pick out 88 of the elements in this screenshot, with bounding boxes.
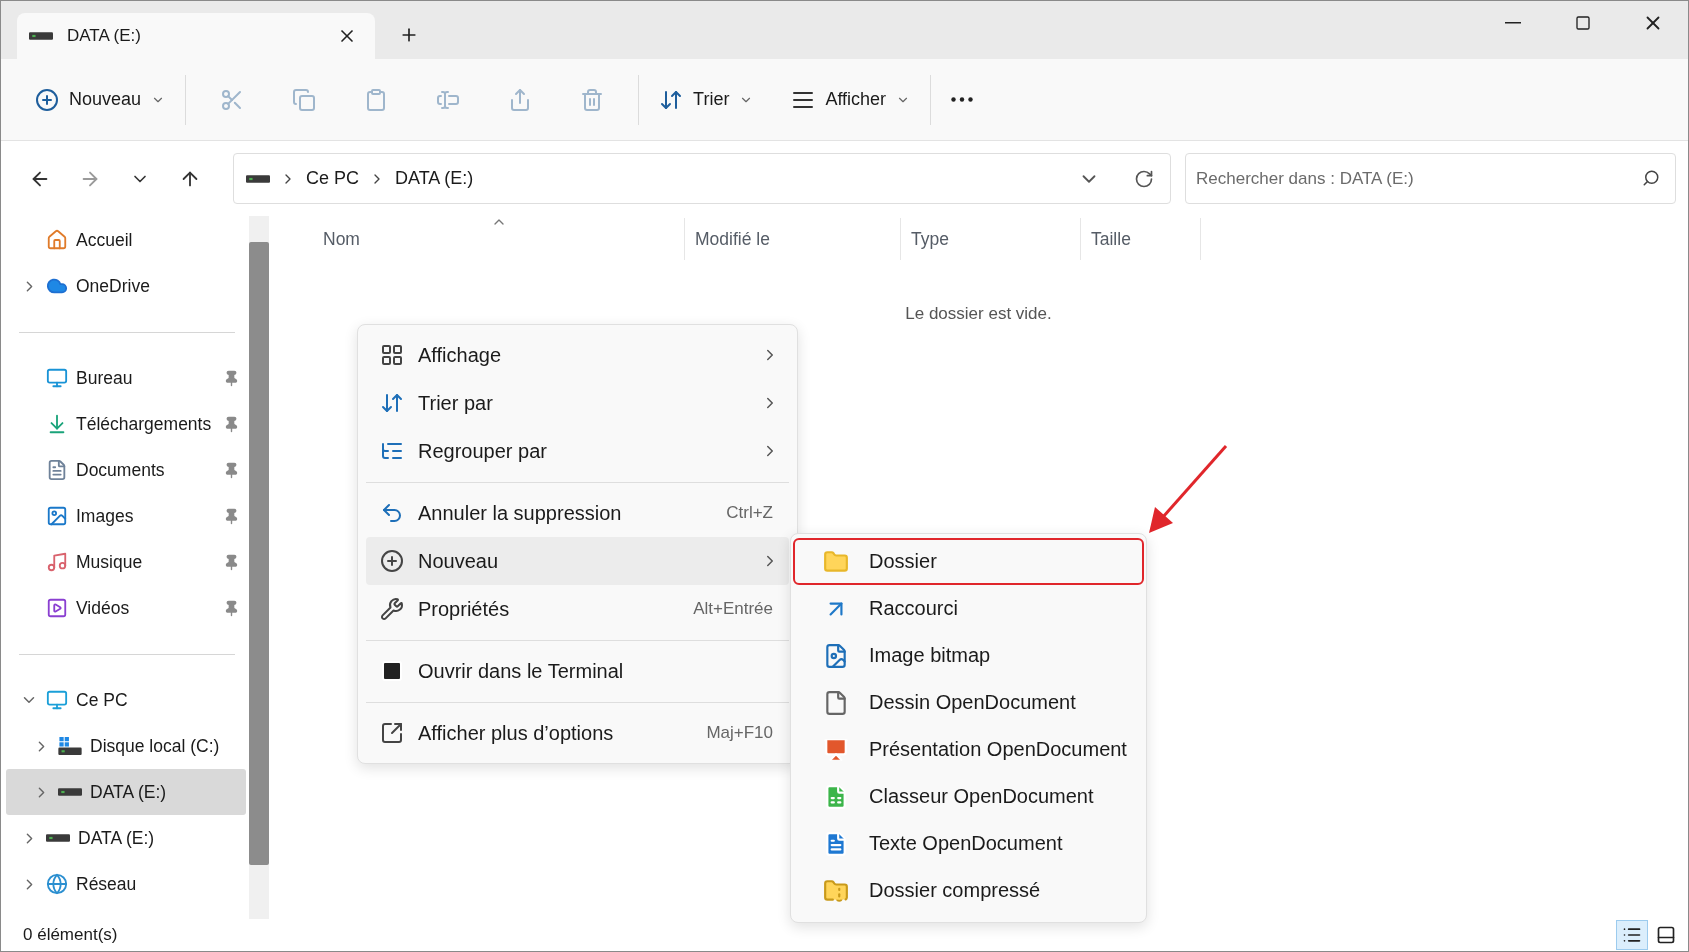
sidebar-item[interactable]: DATA (E:) — [6, 769, 246, 815]
tab-title: DATA (E:) — [67, 26, 142, 46]
blank-file-icon — [823, 689, 849, 716]
tiles-view-icon — [1656, 925, 1676, 945]
sidebar-item[interactable]: Ce PC — [6, 677, 246, 723]
monitor-icon — [46, 689, 68, 711]
document-icon — [46, 459, 68, 481]
scrollbar[interactable] — [249, 216, 269, 919]
drive-icon — [58, 788, 82, 796]
shortcut-label: Maj+F10 — [706, 723, 773, 743]
trash-icon — [580, 87, 605, 112]
submenu-item[interactable]: Image bitmap — [793, 632, 1144, 679]
plus-circle-icon — [35, 87, 59, 112]
sidebar-item[interactable]: Musique — [6, 539, 246, 585]
view-button[interactable]: Afficher — [781, 76, 921, 123]
submenu-item[interactable]: Dossier — [793, 538, 1144, 585]
menu-item[interactable]: Ouvrir dans le Terminal — [366, 647, 789, 695]
search-icon — [1642, 169, 1660, 187]
more-icon — [951, 97, 974, 102]
plus-circle-icon — [380, 549, 404, 573]
pin-icon — [223, 553, 240, 571]
empty-message: Le dossier est vide. — [904, 303, 1053, 324]
shortcut-label: Ctrl+Z — [726, 503, 773, 523]
new-button[interactable]: Nouveau — [25, 76, 176, 123]
menu-item[interactable]: Regrouper par — [366, 427, 789, 475]
menu-item[interactable]: Affichage — [366, 331, 789, 379]
sidebar-item[interactable]: Vidéos — [6, 585, 246, 631]
drive-icon — [46, 834, 70, 842]
menu-item[interactable]: Propriétés Alt+Entrée — [366, 585, 789, 633]
submenu-item[interactable]: Dossier compressé — [793, 867, 1144, 914]
pin-icon — [223, 415, 240, 433]
sidebar-item[interactable]: OneDrive — [6, 263, 246, 309]
sidebar-item[interactable]: Documents — [6, 447, 246, 493]
menu-item[interactable]: Afficher plus d’options Maj+F10 — [366, 709, 789, 757]
search-field[interactable]: Rechercher dans : DATA (E:) — [1185, 153, 1676, 204]
house-icon — [46, 229, 68, 251]
submenu-item[interactable]: Dessin OpenDocument — [793, 679, 1144, 726]
sidebar-item[interactable]: DATA (E:) — [6, 815, 246, 861]
sidebar-item[interactable]: Bureau — [6, 355, 246, 401]
music-icon — [46, 551, 68, 573]
submenu-item[interactable]: Texte OpenDocument — [793, 820, 1144, 867]
pin-icon — [223, 507, 240, 525]
copy-icon — [292, 87, 317, 112]
maximize-icon — [1575, 15, 1591, 31]
image-icon — [46, 505, 68, 527]
sort-icon — [380, 391, 404, 415]
column-header[interactable]: Modifié le — [685, 218, 901, 260]
submenu-item[interactable]: Classeur OpenDocument — [793, 773, 1144, 820]
globe-icon — [46, 873, 68, 895]
details-view-icon — [1622, 925, 1642, 945]
drive-icon — [29, 32, 53, 40]
sidebar-item[interactable]: Téléchargements — [6, 401, 246, 447]
minimize-icon — [1505, 22, 1521, 24]
column-header[interactable]: Taille — [1081, 218, 1201, 260]
folder-icon — [823, 548, 849, 575]
column-header[interactable]: Type — [901, 218, 1081, 260]
sidebar-item[interactable]: Disque local (C:) — [6, 723, 246, 769]
menu-item[interactable]: Nouveau — [366, 537, 789, 585]
grid-icon — [380, 343, 404, 367]
item-count: 0 élément(s) — [23, 925, 119, 945]
sidebar-item[interactable]: Réseau — [6, 861, 246, 907]
wrench-icon — [380, 597, 404, 621]
archive-folder-icon — [823, 877, 849, 904]
breadcrumb[interactable]: Ce PC — [306, 168, 359, 189]
details-view-button[interactable] — [1616, 920, 1648, 950]
sidebar-item[interactable]: Accueil — [6, 217, 246, 263]
video-icon — [46, 597, 68, 619]
menu-item[interactable]: Annuler la suppression Ctrl+Z — [366, 489, 789, 537]
address-bar[interactable]: Ce PC DATA (E:) — [233, 153, 1171, 204]
refresh-icon — [1134, 168, 1154, 189]
desktop-icon — [46, 367, 68, 389]
column-header[interactable]: Nom — [313, 218, 685, 260]
more-options-icon — [380, 721, 404, 745]
pin-icon — [223, 599, 240, 617]
menu-item[interactable]: Trier par — [366, 379, 789, 427]
submenu-item[interactable]: Présentation OpenDocument — [793, 726, 1144, 773]
drive-icon — [58, 737, 82, 755]
image-file-icon — [823, 642, 849, 669]
pin-icon — [223, 369, 240, 387]
undo-icon — [380, 501, 404, 525]
window-tab[interactable]: DATA (E:) — [17, 13, 375, 59]
submenu-item[interactable]: Raccourci — [793, 585, 1144, 632]
sidebar-item[interactable]: Images — [6, 493, 246, 539]
shortcut-label: Alt+Entrée — [693, 599, 773, 619]
drive-icon — [246, 174, 270, 183]
breadcrumb[interactable]: DATA (E:) — [395, 168, 474, 189]
sort-button[interactable]: Trier — [649, 76, 764, 123]
pin-icon — [223, 461, 240, 479]
